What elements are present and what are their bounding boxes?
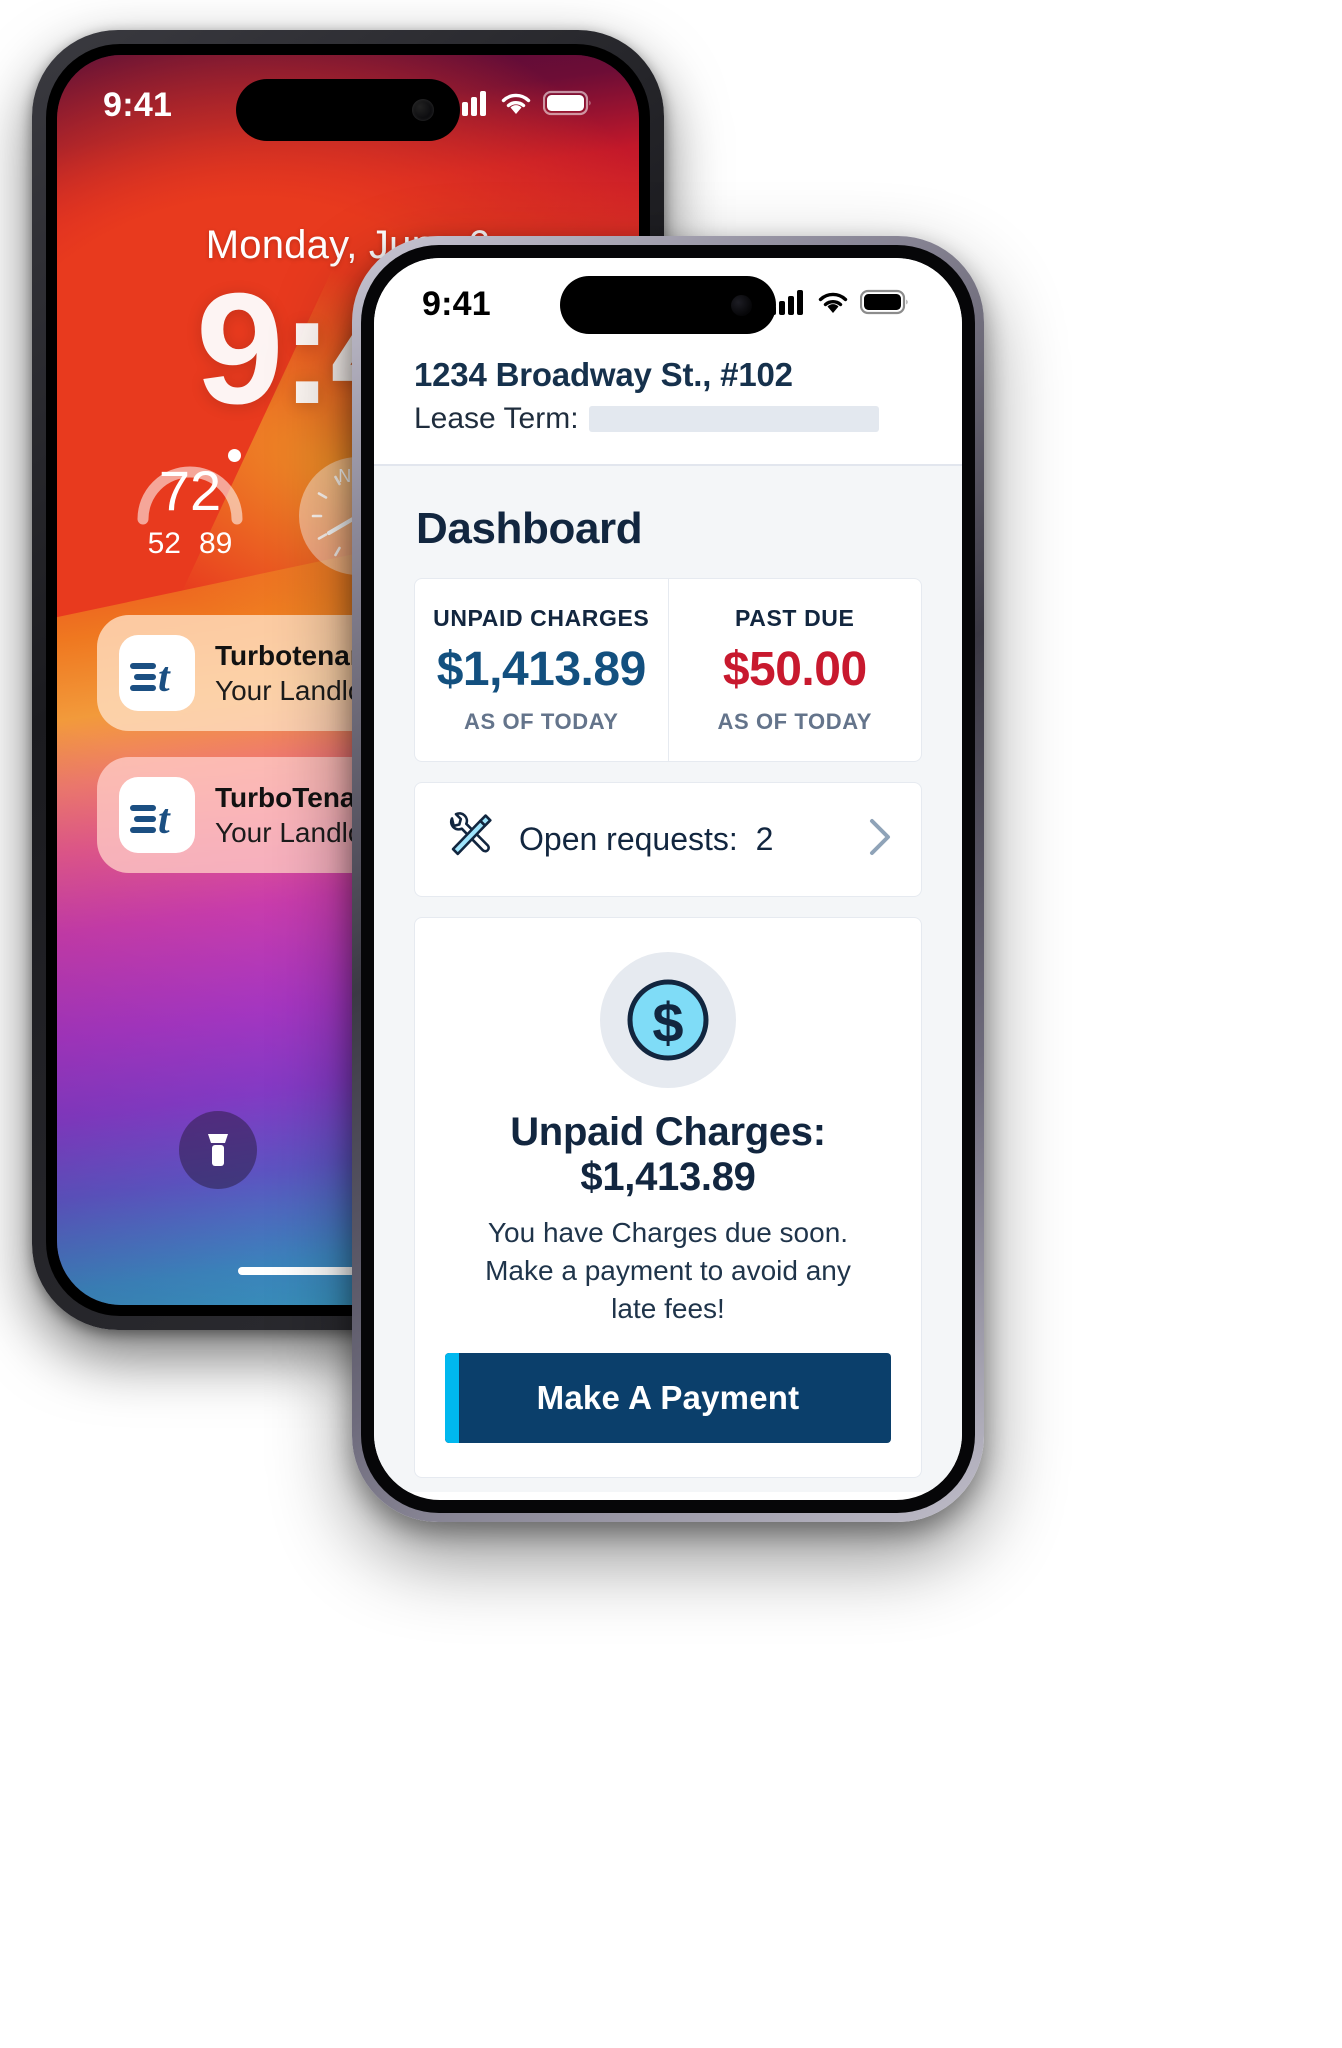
- stat-subtext: AS OF TODAY: [463, 709, 619, 734]
- open-requests-row[interactable]: Open requests: 2: [414, 782, 922, 897]
- stat-value: $1,413.89: [436, 643, 647, 696]
- open-requests-text: Open requests:: [519, 821, 738, 857]
- page-title: Dashboard: [416, 504, 643, 553]
- weather-high: 89: [199, 527, 233, 560]
- stat-subtext: AS OF TODAY: [717, 709, 873, 734]
- battery-icon: [542, 90, 593, 121]
- lease-term-label: Lease Term:: [414, 402, 579, 435]
- stat-label: PAST DUE: [735, 605, 855, 631]
- back-status-time: 9:41: [103, 85, 173, 124]
- lease-term-row: Lease Term:: [414, 402, 922, 436]
- front-camera-icon: [412, 99, 434, 121]
- front-phone-device: 9:41 1234 Broadway St., #102 Lease Term:…: [352, 236, 984, 1522]
- front-status-time: 9:41: [422, 284, 491, 323]
- front-phone-bezel: 9:41 1234 Broadway St., #102 Lease Term:…: [361, 245, 975, 1513]
- turbotenant-app-icon: t: [119, 777, 195, 853]
- turbotenant-app-icon: t: [119, 635, 195, 711]
- property-address: 1234 Broadway St., #102: [414, 356, 793, 393]
- weather-low: 52: [147, 527, 181, 560]
- screenshot-stage: 4 9:41: [0, 0, 1342, 2048]
- stat-label: UNPAID CHARGES: [433, 605, 650, 631]
- make-a-payment-button[interactable]: Make A Payment: [445, 1353, 891, 1444]
- weather-widget[interactable]: 72 52 89: [115, 449, 265, 573]
- unpaid-charges-hero-card: $ Unpaid Charges: $1,413.89 You have Cha…: [414, 917, 922, 1479]
- front-phone-screen: 9:41 1234 Broadway St., #102 Lease Term:…: [374, 258, 962, 1500]
- app-header: 1234 Broadway St., #102 Lease Term:: [374, 350, 962, 464]
- dollar-circle-icon: $: [600, 952, 736, 1088]
- svg-text:$: $: [652, 991, 683, 1054]
- chevron-right-icon: [865, 815, 895, 864]
- dashboard-body: Dashboard UNPAID CHARGES $1,413.89 AS OF…: [374, 466, 962, 1492]
- battery-icon: [859, 289, 910, 320]
- stat-unpaid-charges: UNPAID CHARGES $1,413.89 AS OF TODAY: [415, 579, 668, 761]
- front-camera-icon: [731, 294, 752, 316]
- stats-card-group: UNPAID CHARGES $1,413.89 AS OF TODAY PAS…: [414, 578, 922, 762]
- back-dynamic-island: [236, 79, 460, 141]
- weather-current-marker: [228, 449, 241, 462]
- flashlight-icon[interactable]: [179, 1111, 257, 1189]
- wifi-icon: [816, 289, 850, 320]
- front-dynamic-island: [560, 276, 776, 334]
- svg-text:t: t: [158, 655, 171, 697]
- open-requests-count: 2: [755, 821, 774, 857]
- lease-term-redacted-value: [588, 406, 879, 432]
- tools-icon: [441, 809, 497, 870]
- stat-past-due: PAST DUE $50.00 AS OF TODAY: [667, 579, 922, 761]
- open-requests-label: Open requests: 2: [519, 821, 843, 858]
- svg-text:t: t: [158, 797, 171, 839]
- hero-title: Unpaid Charges: $1,413.89: [510, 1110, 826, 1199]
- weather-temperature: 72: [158, 459, 222, 522]
- stat-value: $50.00: [722, 643, 867, 696]
- wifi-icon: [499, 90, 533, 121]
- hero-subtitle: You have Charges due soon. Make a paymen…: [485, 1217, 851, 1324]
